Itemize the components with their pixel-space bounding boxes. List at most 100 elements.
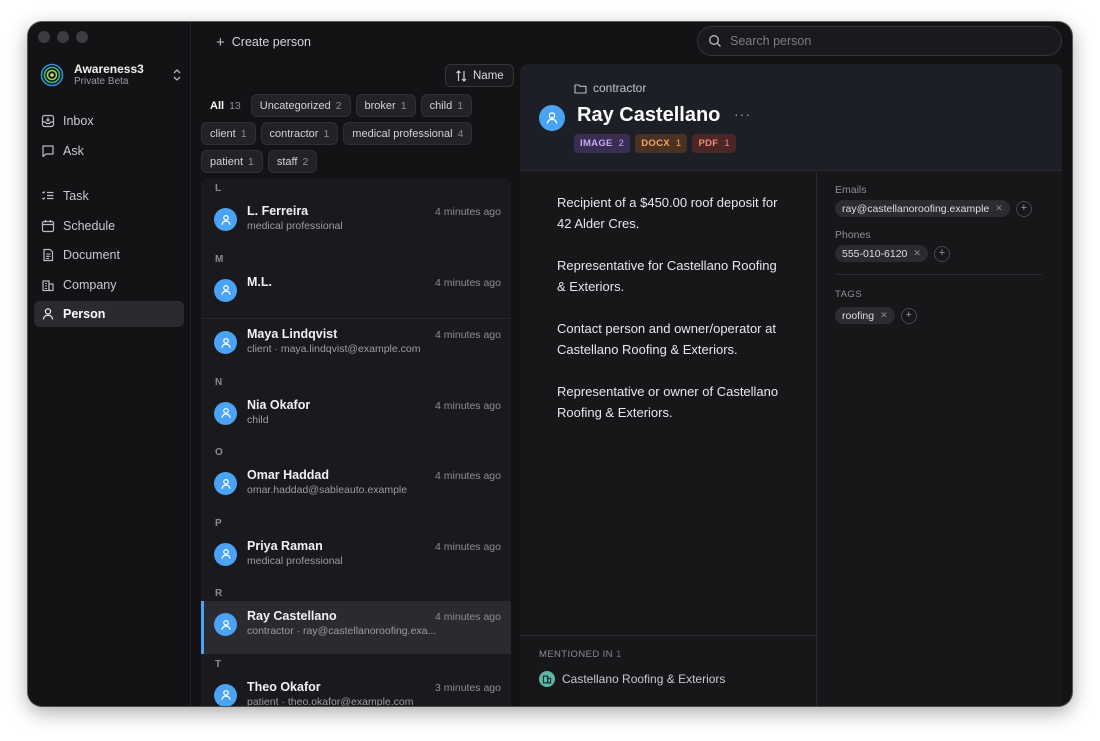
avatar [214, 472, 237, 495]
category-breadcrumb[interactable]: contractor [574, 81, 646, 95]
badge-count: 1 [724, 138, 730, 149]
remove-icon[interactable]: ✕ [995, 203, 1003, 214]
nav-label: Person [63, 307, 106, 321]
filter-chip-client[interactable]: client 1 [201, 122, 256, 145]
list-section-header: O [215, 447, 223, 458]
filter-label: child [429, 99, 453, 112]
person-subtitle: medical professional [247, 220, 343, 232]
building-icon [539, 671, 555, 687]
person-row[interactable]: Nia Okafor child 4 minutes ago [201, 390, 511, 443]
remove-icon[interactable]: ✕ [913, 248, 921, 259]
filter-chip-patient[interactable]: patient 1 [201, 150, 263, 173]
note-paragraph: Representative or owner of Castellano Ro… [557, 384, 779, 420]
nav-item-ask[interactable]: Ask [34, 138, 184, 164]
filter-label: contractor [269, 127, 319, 140]
more-options-icon[interactable]: ··· [734, 106, 751, 122]
nav-item-schedule[interactable]: Schedule [34, 213, 184, 239]
minimize-window-button[interactable] [57, 31, 69, 43]
filter-chip-uncategorized[interactable]: Uncategorized 2 [250, 94, 351, 117]
person-icon [42, 308, 54, 320]
avatar [214, 208, 237, 231]
person-subtitle: child [247, 413, 269, 426]
person-row[interactable]: M.L. 4 minutes ago [201, 267, 511, 319]
category-label: contractor [593, 81, 647, 95]
nav-item-inbox[interactable]: Inbox [34, 108, 184, 134]
filter-count: 1 [240, 127, 247, 140]
badge-docx[interactable]: DOCX 1 [635, 134, 688, 153]
badge-label: DOCX [641, 138, 670, 149]
sort-button[interactable]: Name [445, 64, 514, 87]
person-icon [220, 690, 231, 700]
filter-label: staff [276, 155, 298, 168]
nav-label: Company [63, 277, 117, 292]
add-tag-button[interactable]: + [900, 307, 917, 324]
person-row[interactable]: Omar Haddad omar.haddad@sableauto.example… [201, 460, 511, 513]
add-email-button[interactable]: + [1015, 200, 1032, 217]
avatar [214, 542, 237, 566]
avatar [214, 683, 237, 706]
person-subtitle: contractor · ray@castellanoroofing.exa..… [247, 625, 437, 637]
nav-item-person[interactable]: Person [34, 301, 184, 327]
person-row[interactable]: Maya Lindqvist client · maya.lindqvist@ex… [201, 319, 511, 372]
filter-chip-all[interactable]: All 13 [201, 94, 246, 117]
inbox-icon [41, 114, 55, 128]
badge-image[interactable]: IMAGE 2 [574, 134, 631, 153]
search-bar [697, 26, 1062, 56]
badge-label: IMAGE [580, 138, 613, 149]
filter-count: 2 [335, 99, 342, 112]
person-notes: Recipient of a $450.00 roof deposit for … [557, 192, 787, 444]
person-row[interactable]: Priya Raman medical professional 4 minute… [201, 531, 511, 584]
nav-item-document[interactable]: Document [34, 242, 184, 268]
window-controls [38, 31, 88, 43]
person-detail-panel: contractor Ray Castellano ··· IMAGE 2 DOC… [520, 64, 1062, 706]
nav-item-company[interactable]: Company [34, 272, 184, 298]
filter-chip-broker[interactable]: broker 1 [355, 94, 416, 117]
person-timestamp: 4 minutes ago [435, 399, 501, 412]
workspace-subtitle: Private Beta [74, 76, 129, 87]
mentioned-company-link[interactable]: Castellano Roofing & Exteriors [539, 671, 725, 687]
person-row[interactable]: L. Ferreira medical professional 4 minute… [201, 196, 511, 249]
filter-count: 2 [302, 155, 309, 168]
close-window-button[interactable] [38, 31, 50, 43]
list-section-header: N [215, 376, 223, 388]
remove-icon[interactable]: ✕ [880, 310, 888, 321]
phones-label: Phones [835, 229, 871, 241]
nav-label: Schedule [63, 218, 116, 233]
maximize-window-button[interactable] [76, 31, 88, 43]
list-section-header: T [215, 658, 222, 670]
document-icon [43, 248, 54, 262]
list-section-header: M [215, 253, 224, 265]
email-pill[interactable]: ray@castellanoroofing.example ✕ [835, 200, 1010, 217]
filter-chip-contractor[interactable]: contractor 1 [260, 122, 339, 145]
phone-pill[interactable]: 555-010-6120 ✕ [835, 245, 928, 262]
person-icon [220, 549, 231, 559]
person-subtitle: omar.haddad@sableauto.example [247, 484, 408, 496]
chat-icon [42, 144, 54, 157]
filter-chip-medical-professional[interactable]: medical professional 4 [343, 122, 473, 145]
filter-chip-staff[interactable]: staff 2 [267, 150, 318, 173]
workspace-switcher[interactable]: Awareness3 Private Beta [38, 60, 184, 90]
filter-label: broker [364, 99, 396, 112]
emails-label: Emails [835, 184, 867, 196]
nav-label: Document [63, 248, 120, 262]
plus-icon: + [216, 33, 225, 51]
person-row[interactable]: Theo Okafor patient · theo.okafor@example… [201, 672, 511, 706]
filter-count: 4 [457, 127, 464, 140]
divider [816, 172, 817, 706]
add-phone-button[interactable]: + [933, 245, 950, 262]
person-list: L L. Ferreira medical professional 4 minu… [201, 178, 511, 706]
person-row-selected[interactable]: Ray Castellano contractor · ray@castellan… [201, 601, 511, 654]
avatar [214, 401, 237, 425]
filter-chip-child[interactable]: child 1 [420, 94, 473, 117]
person-timestamp: 3 minutes ago [435, 681, 501, 694]
create-person-button[interactable]: + Create person [216, 32, 311, 52]
nav-item-task[interactable]: Task [34, 183, 184, 209]
filter-label: client [210, 127, 236, 140]
mentioned-count: 1 [616, 649, 622, 660]
tag-pill[interactable]: roofing ✕ [835, 307, 895, 324]
note-paragraph: Contact person and owner/operator at Cas… [557, 321, 776, 357]
nav-primary: Inbox Ask [34, 108, 184, 167]
badge-pdf[interactable]: PDF 1 [692, 134, 736, 153]
filter-chips: All 13 Uncategorized 2 broker 1 child 1 clie… [201, 94, 513, 173]
search-input[interactable] [730, 34, 1030, 48]
